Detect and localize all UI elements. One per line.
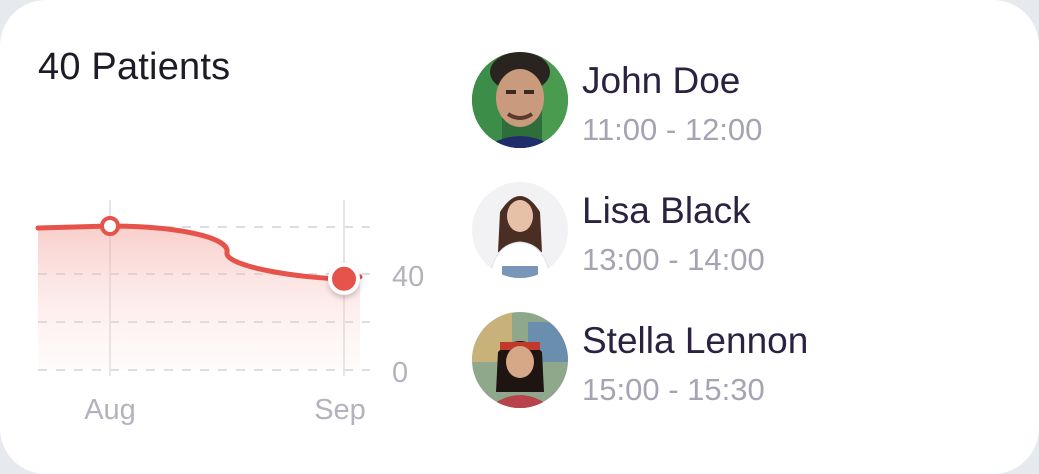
patients-card: 40 0 Aug Sep 40 Patients John Doe 11:00 … <box>0 0 1039 474</box>
avatar-stella-lennon[interactable] <box>472 312 568 408</box>
avatar-john-doe[interactable] <box>472 52 568 148</box>
y-tick-label: 0 <box>392 357 408 389</box>
appointment-item[interactable]: Lisa Black 13:00 - 14:00 <box>472 182 1012 278</box>
patient-name: John Doe <box>582 60 741 101</box>
patient-name: Stella Lennon <box>582 320 809 361</box>
x-tick-label: Sep <box>314 394 366 426</box>
appointment-time: 11:00 - 12:00 <box>582 112 763 147</box>
data-point-aug[interactable] <box>100 216 120 236</box>
avatar-image <box>472 52 568 148</box>
patients-count-title: 40 Patients <box>38 46 231 88</box>
series-area <box>38 226 360 370</box>
appointment-item[interactable]: John Doe 11:00 - 12:00 <box>472 52 1012 148</box>
avatar-image <box>472 312 568 408</box>
appointment-list: John Doe 11:00 - 12:00 Lisa Black 13:00 … <box>472 52 1012 442</box>
data-point-sep[interactable] <box>328 262 360 295</box>
x-tick-label: Aug <box>84 394 136 426</box>
appointment-item[interactable]: Stella Lennon 15:00 - 15:30 <box>472 312 1012 408</box>
appointment-time: 15:00 - 15:30 <box>582 372 765 407</box>
avatar-lisa-black[interactable] <box>472 182 568 278</box>
appointment-time: 13:00 - 14:00 <box>582 242 765 277</box>
avatar-image <box>472 182 568 278</box>
y-tick-label: 40 <box>392 261 424 293</box>
patient-name: Lisa Black <box>582 190 751 231</box>
